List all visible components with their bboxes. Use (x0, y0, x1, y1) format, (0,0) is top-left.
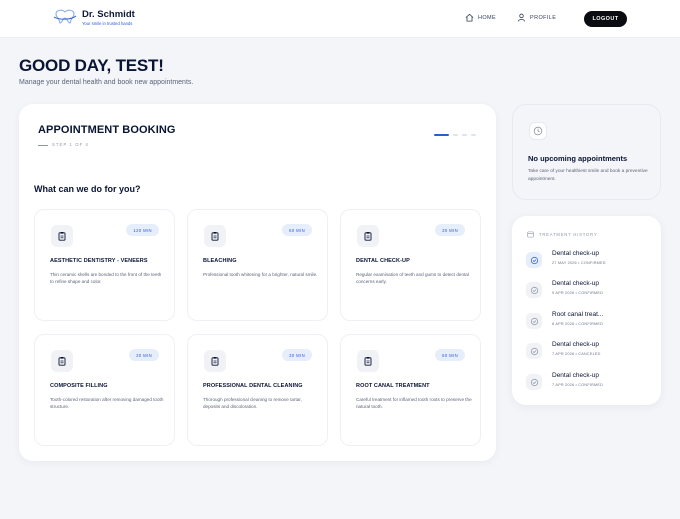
duration-badge: 60 MIN (282, 224, 312, 236)
service-card-bleaching[interactable]: 60 MIN BLEACHING Professional tooth whit… (187, 209, 328, 321)
history-item-meta: 8 APR 2026 • CONFIRMED (552, 322, 604, 326)
service-name: AESTHETIC DENTISTRY - VENEERS (50, 258, 148, 264)
step-dot-2 (453, 134, 458, 136)
page-title: GOOD DAY, TEST! (19, 56, 164, 75)
service-description: Thin ceramic shells are bonded to the fr… (50, 272, 162, 284)
user-icon (517, 13, 526, 22)
history-item-title: Dental check-up (552, 280, 599, 287)
history-item-meta: 27 MAY 2026 • CONFIRMED (552, 261, 606, 265)
history-item-meta: 7 APR 2026 • CANCELED (552, 352, 601, 356)
step-dot-1 (434, 134, 449, 136)
history-heading: TREATMENT HISTORY (527, 231, 597, 238)
service-question: What can we do for you? (34, 184, 141, 194)
history-item-meta: 9 APR 2026 • CONFIRMED (552, 291, 604, 295)
duration-badge: 120 MIN (126, 224, 159, 236)
check-circle-icon (526, 343, 542, 359)
history-item[interactable]: Dental check-up 9 APR 2026 • CONFIRMED (526, 280, 651, 304)
clipboard-icon (204, 225, 226, 247)
nav-home-link[interactable]: HOME (465, 13, 496, 22)
service-name: ROOT CANAL TREATMENT (356, 383, 430, 389)
service-name: COMPOSITE FILLING (50, 383, 108, 389)
step-divider (38, 145, 48, 146)
history-item[interactable]: Dental check-up 7 APR 2026 • CONFIRMED (526, 372, 651, 396)
top-bar: Dr. Schmidt Your smile in trusted hands … (0, 0, 680, 38)
appointment-booking-panel: APPOINTMENT BOOKING STEP 1 OF 4 What can… (19, 104, 496, 461)
history-item-title: Root canal treat... (552, 311, 604, 318)
clock-icon (529, 122, 547, 140)
service-name: PROFESSIONAL DENTAL CLEANING (203, 383, 303, 389)
tooth-logo-icon[interactable] (53, 8, 77, 24)
history-item-meta: 7 APR 2026 • CONFIRMED (552, 383, 604, 387)
step-progress (434, 134, 476, 136)
history-item-title: Dental check-up (552, 341, 599, 348)
nav-profile-link[interactable]: PROFILE (517, 13, 556, 22)
history-item-title: Dental check-up (552, 250, 599, 257)
history-item[interactable]: Dental check-up 7 APR 2026 • CANCELED (526, 341, 651, 365)
upcoming-appointments-card: No upcoming appointments Take care of yo… (512, 104, 661, 200)
history-item-title: Dental check-up (552, 372, 599, 379)
treatment-history-card: TREATMENT HISTORY Dental check-up 27 MAY… (512, 216, 661, 405)
clipboard-icon (204, 350, 226, 372)
history-item[interactable]: Root canal treat... 8 APR 2026 • CONFIRM… (526, 311, 651, 335)
nav-profile-label: PROFILE (530, 14, 557, 21)
history-item[interactable]: Dental check-up 27 MAY 2026 • CONFIRMED (526, 250, 651, 274)
service-card-composite-filling[interactable]: 30 MIN COMPOSITE FILLING Tooth-colored r… (34, 334, 175, 446)
duration-badge: 30 MIN (129, 349, 159, 361)
service-description: Professional tooth whitening for a brigh… (203, 272, 318, 277)
service-description: Careful treatment for inflamed tooth roo… (356, 397, 472, 409)
page-subtitle: Manage your dental health and book new a… (19, 79, 194, 86)
service-card-dental-cleaning[interactable]: 30 MIN PROFESSIONAL DENTAL CLEANING Thor… (187, 334, 328, 446)
service-description: Tooth-colored restoration after removing… (50, 397, 164, 409)
check-circle-icon (526, 374, 542, 390)
brand-tagline: Your smile in trusted hands (82, 21, 133, 26)
history-list-icon (527, 231, 534, 238)
service-card-root-canal[interactable]: 60 MIN ROOT CANAL TREATMENT Careful trea… (340, 334, 481, 446)
clipboard-icon (357, 350, 379, 372)
service-card-checkup[interactable]: 30 MIN DENTAL CHECK-UP Regular examinati… (340, 209, 481, 321)
clipboard-icon (357, 225, 379, 247)
service-name: BLEACHING (203, 258, 237, 264)
brand-name[interactable]: Dr. Schmidt (82, 9, 135, 20)
check-circle-icon (526, 313, 542, 329)
service-name: DENTAL CHECK-UP (356, 258, 410, 264)
duration-badge: 30 MIN (282, 349, 312, 361)
step-dot-3 (462, 134, 467, 136)
home-icon (465, 13, 474, 22)
duration-badge: 60 MIN (435, 349, 465, 361)
booking-title: APPOINTMENT BOOKING (38, 124, 176, 136)
clipboard-icon (51, 350, 73, 372)
step-dot-4 (471, 134, 476, 136)
upcoming-description: Take care of your healthiest smile and b… (528, 169, 648, 182)
service-card-veneers[interactable]: 120 MIN AESTHETIC DENTISTRY - VENEERS Th… (34, 209, 175, 321)
check-circle-icon (526, 282, 542, 298)
nav-home-label: HOME (478, 14, 497, 21)
service-description: Regular examination of teeth and gums to… (356, 272, 469, 284)
duration-badge: 30 MIN (435, 224, 465, 236)
clipboard-icon (51, 225, 73, 247)
check-circle-icon (526, 252, 542, 268)
service-description: Thorough professional cleaning to remove… (203, 397, 302, 409)
step-indicator: STEP 1 OF 4 (52, 142, 89, 147)
upcoming-title: No upcoming appointments (528, 154, 628, 163)
logout-button[interactable]: LOGOUT (584, 11, 627, 27)
history-heading-label: TREATMENT HISTORY (539, 232, 598, 237)
